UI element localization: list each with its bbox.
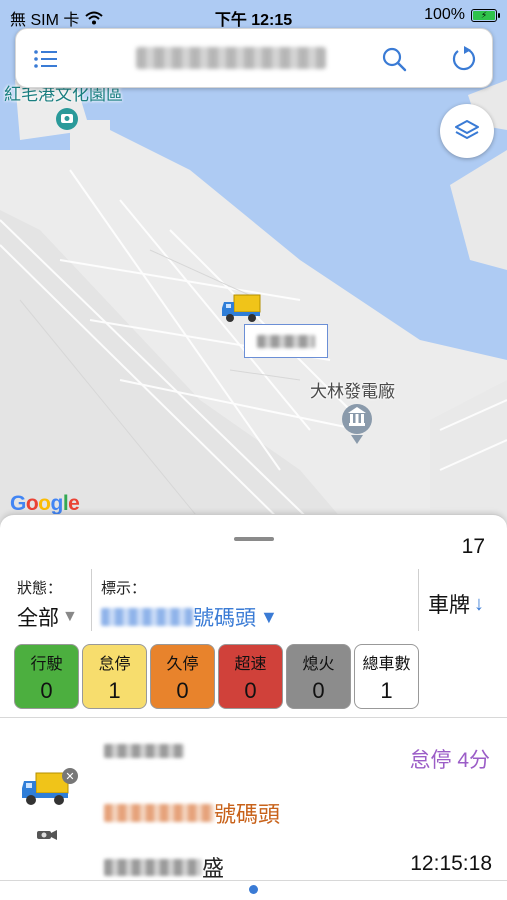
sort-button[interactable]: 車牌 ↓ <box>428 589 484 619</box>
status-box-label: 行駛 <box>30 655 63 673</box>
mark-filter-label: 標示： <box>101 580 147 597</box>
battery-percent: 100% <box>424 6 465 23</box>
status-box-count: 1 <box>108 677 121 703</box>
status-box-count: 0 <box>176 677 189 703</box>
battery-icon: ⚡ <box>471 8 500 22</box>
vehicle-driver-suffix: 盛 <box>202 856 225 881</box>
status-box-count: 0 <box>312 677 325 703</box>
status-box-count: 0 <box>244 677 257 703</box>
search-icon[interactable] <box>380 45 408 73</box>
divider <box>0 717 507 718</box>
page-indicator <box>249 885 258 894</box>
status-box-count: 0 <box>40 677 53 703</box>
divider <box>0 880 507 881</box>
google-logo: Google <box>10 492 80 515</box>
company-title <box>136 47 326 69</box>
status-box-engine-off[interactable]: 熄火 0 <box>286 644 351 709</box>
status-box-count: 1 <box>380 677 393 703</box>
status-box-label: 超速 <box>234 655 267 673</box>
vehicle-mark-redacted <box>104 804 214 822</box>
status-box-label: 熄火 <box>302 655 335 673</box>
plate-callout: ■■■-■■ <box>244 324 328 358</box>
refresh-icon[interactable] <box>450 45 478 73</box>
status-filter[interactable]: 狀態： 全部 ▼ <box>17 577 78 632</box>
bottom-sheet[interactable]: 17 狀態： 全部 ▼ 標示： 號碼頭 ▼ 車牌 ↓ 行駛 0 怠停 1 久停 … <box>0 514 507 900</box>
status-box-label: 怠停 <box>98 655 131 673</box>
close-icon[interactable]: ✕ <box>62 768 78 784</box>
callout-plate-text: ■■■-■■ <box>257 334 315 348</box>
status-box-speeding[interactable]: 超速 0 <box>218 644 283 709</box>
status-summary: 行駛 0 怠停 1 久停 0 超速 0 熄火 0 總車數 1 <box>14 644 419 709</box>
vehicle-mark-suffix: 號碼頭 <box>214 802 281 827</box>
vehicle-driver-redacted <box>104 859 202 876</box>
status-filter-label: 狀態： <box>17 580 63 597</box>
vehicle-plate: ■■■-■■ <box>104 744 184 765</box>
layers-icon <box>455 120 479 139</box>
vehicle-count: 17 <box>461 535 485 558</box>
layers-button[interactable] <box>440 104 494 158</box>
vehicle-state: 怠停 4分 <box>409 749 490 772</box>
camera-icon <box>37 830 57 840</box>
status-box-total[interactable]: 總車數 1 <box>354 644 419 709</box>
mark-filter-redacted <box>101 608 193 626</box>
arrow-down-icon: ↓ <box>474 592 484 615</box>
map-label-power-plant: 大林發電廠 <box>310 382 395 401</box>
status-box-label: 總車數 <box>362 655 411 673</box>
vehicle-list-item[interactable]: ✕ ■■■-■■ 號碼頭 盛 怠停 4分 12:15:18 <box>0 722 507 882</box>
status-box-moving[interactable]: 行駛 0 <box>14 644 79 709</box>
vehicle-mark: 號碼頭 <box>104 797 280 829</box>
vehicle-time: 12:15:18 <box>410 852 492 875</box>
mark-filter-value: 號碼頭 <box>193 607 256 630</box>
filter-bar: 狀態： 全部 ▼ 標示： 號碼頭 ▼ 車牌 ↓ <box>0 567 507 631</box>
status-box-idle[interactable]: 怠停 1 <box>82 644 147 709</box>
vehicle-driver: 盛 <box>104 851 224 883</box>
divider <box>91 569 92 631</box>
sort-label: 車牌 <box>428 594 470 617</box>
mark-filter[interactable]: 標示： 號碼頭 ▼ <box>101 577 278 632</box>
status-box-long-stop[interactable]: 久停 0 <box>150 644 215 709</box>
status-bar: 無 SIM 卡 下午 12:15 100% ⚡ <box>0 0 507 30</box>
caret-down-icon: ▼ <box>62 608 78 625</box>
caret-down-icon: ▼ <box>260 606 278 627</box>
list-icon[interactable] <box>33 47 59 71</box>
divider <box>418 569 419 631</box>
top-search-bar <box>15 28 493 88</box>
sheet-drag-handle[interactable] <box>234 537 274 541</box>
status-filter-value: 全部 <box>17 607 59 630</box>
status-box-label: 久停 <box>166 655 199 673</box>
